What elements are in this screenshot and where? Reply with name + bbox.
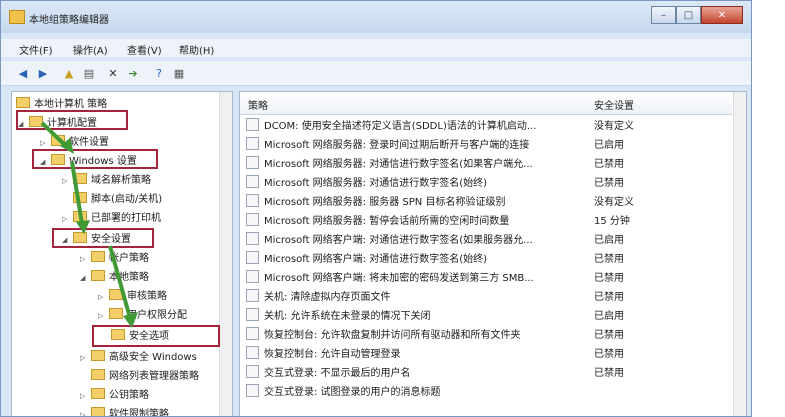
arrow-1 bbox=[40, 121, 68, 148]
arrow-3-head bbox=[123, 312, 138, 328]
arrow-2 bbox=[70, 161, 84, 225]
arrow-2-head bbox=[76, 220, 90, 234]
guide-arrows bbox=[40, 121, 138, 328]
arrow-3 bbox=[108, 245, 132, 319]
